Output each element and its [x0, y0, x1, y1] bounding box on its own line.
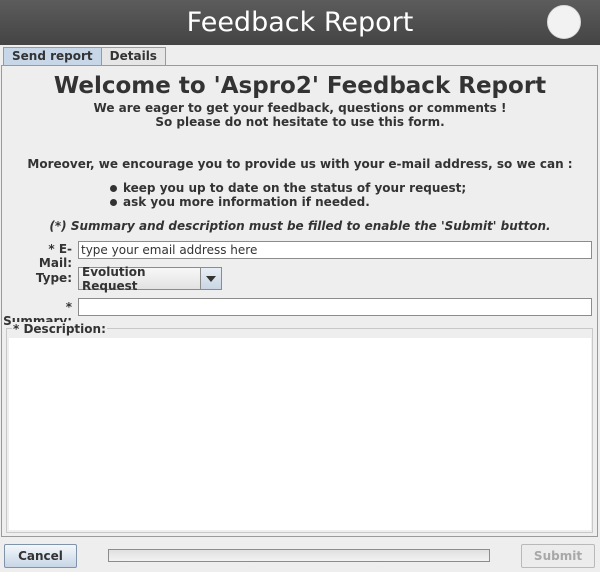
email-label: * E-Mail: [38, 242, 72, 270]
submit-button[interactable]: Submit [521, 544, 595, 568]
required-fields-note: (*) Summary and description must be fill… [49, 219, 551, 233]
tab-bar: Send report Details [3, 47, 166, 66]
window-close-button[interactable] [547, 5, 581, 39]
list-item-text: keep you up to date on the status of you… [123, 181, 467, 195]
benefit-list: keep you up to date on the status of you… [110, 181, 466, 209]
intro-line-2: So please do not hesitate to use this fo… [155, 115, 445, 129]
progress-bar [108, 549, 490, 562]
window-title: Feedback Report [186, 7, 414, 38]
type-select[interactable]: Evolution Request [78, 264, 222, 293]
summary-field[interactable] [78, 298, 592, 316]
tab-details[interactable]: Details [100, 47, 166, 65]
intro-line-1: We are eager to get your feedback, quest… [93, 101, 507, 115]
type-label: Type: [35, 271, 72, 285]
list-item-text: ask you more information if needed. [123, 195, 370, 209]
bullet-icon [110, 198, 117, 206]
bullet-icon [110, 184, 117, 192]
title-bar: Feedback Report [0, 0, 600, 45]
description-label: * Description: [12, 322, 107, 336]
type-selected-value: Evolution Request [82, 264, 146, 293]
email-field[interactable] [78, 241, 592, 259]
email-encouragement: Moreover, we encourage you to provide us… [27, 157, 573, 171]
list-item: ask you more information if needed. [110, 195, 466, 209]
welcome-heading: Welcome to 'Aspro2' Feedback Report [53, 73, 547, 99]
list-item: keep you up to date on the status of you… [110, 181, 466, 195]
description-textarea[interactable] [9, 338, 591, 530]
tab-send-report[interactable]: Send report [3, 47, 102, 66]
intro-text: We are eager to get your feedback, quest… [0, 101, 600, 129]
chevron-down-icon [206, 275, 216, 282]
cancel-button[interactable]: Cancel [4, 544, 77, 568]
dropdown-arrow-button[interactable] [200, 268, 221, 289]
